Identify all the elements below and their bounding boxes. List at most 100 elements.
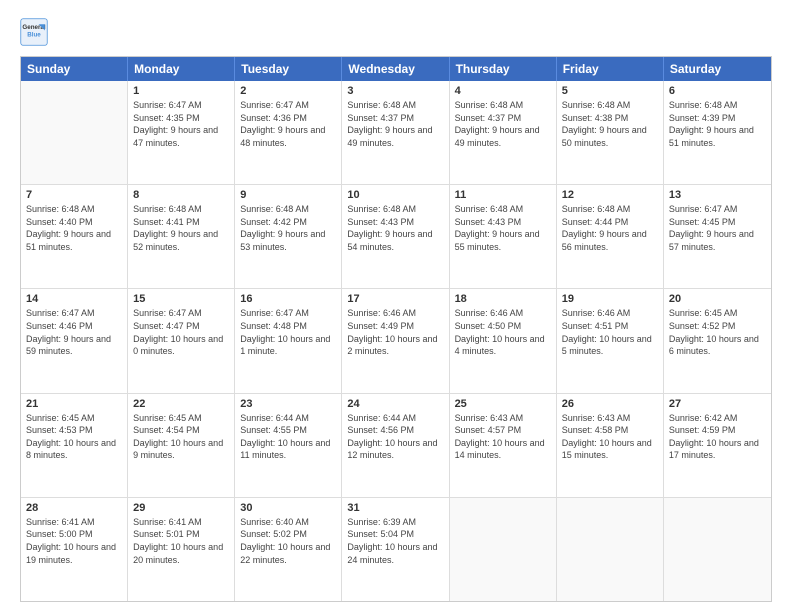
cell-info: Sunrise: 6:48 AMSunset: 4:43 PMDaylight:… bbox=[347, 203, 443, 253]
cell-info: Sunrise: 6:45 AMSunset: 4:52 PMDaylight:… bbox=[669, 307, 766, 357]
header-day: Thursday bbox=[450, 57, 557, 81]
day-number: 30 bbox=[240, 502, 336, 514]
day-number: 19 bbox=[562, 293, 658, 305]
cell-info: Sunrise: 6:42 AMSunset: 4:59 PMDaylight:… bbox=[669, 412, 766, 462]
day-number: 21 bbox=[26, 398, 122, 410]
calendar-cell: 20 Sunrise: 6:45 AMSunset: 4:52 PMDayligh… bbox=[664, 289, 771, 392]
calendar-cell: 2 Sunrise: 6:47 AMSunset: 4:36 PMDaylight… bbox=[235, 81, 342, 184]
calendar-cell: 4 Sunrise: 6:48 AMSunset: 4:37 PMDaylight… bbox=[450, 81, 557, 184]
calendar-cell: 6 Sunrise: 6:48 AMSunset: 4:39 PMDaylight… bbox=[664, 81, 771, 184]
calendar-body: 1 Sunrise: 6:47 AMSunset: 4:35 PMDaylight… bbox=[21, 81, 771, 601]
day-number: 24 bbox=[347, 398, 443, 410]
calendar-cell: 16 Sunrise: 6:47 AMSunset: 4:48 PMDayligh… bbox=[235, 289, 342, 392]
day-number: 25 bbox=[455, 398, 551, 410]
calendar-cell: 25Sunrise: 6:43 AMSunset: 4:57 PMDayligh… bbox=[450, 394, 557, 497]
cell-info: Sunrise: 6:47 AMSunset: 4:36 PMDaylight:… bbox=[240, 99, 336, 149]
cell-info: Sunrise: 6:44 AMSunset: 4:55 PMDaylight:… bbox=[240, 412, 336, 462]
calendar-cell: 14 Sunrise: 6:47 AMSunset: 4:46 PMDayligh… bbox=[21, 289, 128, 392]
calendar-cell: 12 Sunrise: 6:48 AMSunset: 4:44 PMDayligh… bbox=[557, 185, 664, 288]
day-number: 26 bbox=[562, 398, 658, 410]
day-number: 12 bbox=[562, 189, 658, 201]
calendar-cell: 5 Sunrise: 6:48 AMSunset: 4:38 PMDaylight… bbox=[557, 81, 664, 184]
header: General Blue bbox=[20, 18, 772, 46]
day-number: 13 bbox=[669, 189, 766, 201]
cell-info: Sunrise: 6:41 AMSunset: 5:00 PMDaylight:… bbox=[26, 516, 122, 566]
day-number: 31 bbox=[347, 502, 443, 514]
calendar-cell: 17 Sunrise: 6:46 AMSunset: 4:49 PMDayligh… bbox=[342, 289, 449, 392]
logo: General Blue bbox=[20, 18, 52, 46]
header-day: Monday bbox=[128, 57, 235, 81]
header-day: Tuesday bbox=[235, 57, 342, 81]
day-number: 20 bbox=[669, 293, 766, 305]
calendar-cell: 27 Sunrise: 6:42 AMSunset: 4:59 PMDayligh… bbox=[664, 394, 771, 497]
calendar-cell: 18 Sunrise: 6:46 AMSunset: 4:50 PMDayligh… bbox=[450, 289, 557, 392]
cell-info: Sunrise: 6:46 AMSunset: 4:50 PMDaylight:… bbox=[455, 307, 551, 357]
calendar-week: 1 Sunrise: 6:47 AMSunset: 4:35 PMDaylight… bbox=[21, 81, 771, 185]
calendar-cell: 9 Sunrise: 6:48 AMSunset: 4:42 PMDaylight… bbox=[235, 185, 342, 288]
cell-info: Sunrise: 6:46 AMSunset: 4:49 PMDaylight:… bbox=[347, 307, 443, 357]
day-number: 3 bbox=[347, 85, 443, 97]
header-day: Saturday bbox=[664, 57, 771, 81]
day-number: 14 bbox=[26, 293, 122, 305]
calendar-cell: 22Sunrise: 6:45 AMSunset: 4:54 PMDayligh… bbox=[128, 394, 235, 497]
cell-info: Sunrise: 6:47 AMSunset: 4:35 PMDaylight:… bbox=[133, 99, 229, 149]
day-number: 17 bbox=[347, 293, 443, 305]
day-number: 6 bbox=[669, 85, 766, 97]
cell-info: Sunrise: 6:47 AMSunset: 4:46 PMDaylight:… bbox=[26, 307, 122, 357]
calendar-cell: 26Sunrise: 6:43 AMSunset: 4:58 PMDayligh… bbox=[557, 394, 664, 497]
cell-info: Sunrise: 6:48 AMSunset: 4:37 PMDaylight:… bbox=[347, 99, 443, 149]
calendar-week: 7Sunrise: 6:48 AMSunset: 4:40 PMDaylight… bbox=[21, 185, 771, 289]
calendar-cell bbox=[450, 498, 557, 601]
calendar-cell: 19 Sunrise: 6:46 AMSunset: 4:51 PMDayligh… bbox=[557, 289, 664, 392]
cell-info: Sunrise: 6:39 AMSunset: 5:04 PMDaylight:… bbox=[347, 516, 443, 566]
day-number: 23 bbox=[240, 398, 336, 410]
cell-info: Sunrise: 6:40 AMSunset: 5:02 PMDaylight:… bbox=[240, 516, 336, 566]
day-number: 4 bbox=[455, 85, 551, 97]
cell-info: Sunrise: 6:48 AMSunset: 4:43 PMDaylight:… bbox=[455, 203, 551, 253]
calendar-cell: 28 Sunrise: 6:41 AMSunset: 5:00 PMDayligh… bbox=[21, 498, 128, 601]
header-day: Friday bbox=[557, 57, 664, 81]
calendar-cell: 7Sunrise: 6:48 AMSunset: 4:40 PMDaylight… bbox=[21, 185, 128, 288]
calendar-cell: 13 Sunrise: 6:47 AMSunset: 4:45 PMDayligh… bbox=[664, 185, 771, 288]
cell-info: Sunrise: 6:47 AMSunset: 4:45 PMDaylight:… bbox=[669, 203, 766, 253]
calendar-week: 21Sunrise: 6:45 AMSunset: 4:53 PMDayligh… bbox=[21, 394, 771, 498]
day-number: 2 bbox=[240, 85, 336, 97]
cell-info: Sunrise: 6:48 AMSunset: 4:41 PMDaylight:… bbox=[133, 203, 229, 253]
calendar-cell bbox=[664, 498, 771, 601]
day-number: 10 bbox=[347, 189, 443, 201]
day-number: 29 bbox=[133, 502, 229, 514]
day-number: 22 bbox=[133, 398, 229, 410]
day-number: 28 bbox=[26, 502, 122, 514]
calendar-cell: 10 Sunrise: 6:48 AMSunset: 4:43 PMDayligh… bbox=[342, 185, 449, 288]
cell-info: Sunrise: 6:48 AMSunset: 4:37 PMDaylight:… bbox=[455, 99, 551, 149]
calendar-cell bbox=[21, 81, 128, 184]
calendar-cell bbox=[557, 498, 664, 601]
day-number: 5 bbox=[562, 85, 658, 97]
calendar-cell: 8 Sunrise: 6:48 AMSunset: 4:41 PMDaylight… bbox=[128, 185, 235, 288]
cell-info: Sunrise: 6:46 AMSunset: 4:51 PMDaylight:… bbox=[562, 307, 658, 357]
cell-info: Sunrise: 6:48 AMSunset: 4:44 PMDaylight:… bbox=[562, 203, 658, 253]
calendar-cell: 3 Sunrise: 6:48 AMSunset: 4:37 PMDaylight… bbox=[342, 81, 449, 184]
day-number: 7 bbox=[26, 189, 122, 201]
cell-info: Sunrise: 6:48 AMSunset: 4:42 PMDaylight:… bbox=[240, 203, 336, 253]
logo-icon: General Blue bbox=[20, 18, 48, 46]
day-number: 11 bbox=[455, 189, 551, 201]
header-day: Sunday bbox=[21, 57, 128, 81]
day-number: 8 bbox=[133, 189, 229, 201]
cell-info: Sunrise: 6:48 AMSunset: 4:38 PMDaylight:… bbox=[562, 99, 658, 149]
day-number: 15 bbox=[133, 293, 229, 305]
day-number: 9 bbox=[240, 189, 336, 201]
cell-info: Sunrise: 6:47 AMSunset: 4:48 PMDaylight:… bbox=[240, 307, 336, 357]
calendar-cell: 31 Sunrise: 6:39 AMSunset: 5:04 PMDayligh… bbox=[342, 498, 449, 601]
day-number: 1 bbox=[133, 85, 229, 97]
cell-info: Sunrise: 6:47 AMSunset: 4:47 PMDaylight:… bbox=[133, 307, 229, 357]
cell-info: Sunrise: 6:41 AMSunset: 5:01 PMDaylight:… bbox=[133, 516, 229, 566]
cell-info: Sunrise: 6:48 AMSunset: 4:39 PMDaylight:… bbox=[669, 99, 766, 149]
calendar: SundayMondayTuesdayWednesdayThursdayFrid… bbox=[20, 56, 772, 602]
calendar-cell: 11 Sunrise: 6:48 AMSunset: 4:43 PMDayligh… bbox=[450, 185, 557, 288]
day-number: 16 bbox=[240, 293, 336, 305]
calendar-cell: 23 Sunrise: 6:44 AMSunset: 4:55 PMDayligh… bbox=[235, 394, 342, 497]
header-day: Wednesday bbox=[342, 57, 449, 81]
day-number: 27 bbox=[669, 398, 766, 410]
day-number: 18 bbox=[455, 293, 551, 305]
